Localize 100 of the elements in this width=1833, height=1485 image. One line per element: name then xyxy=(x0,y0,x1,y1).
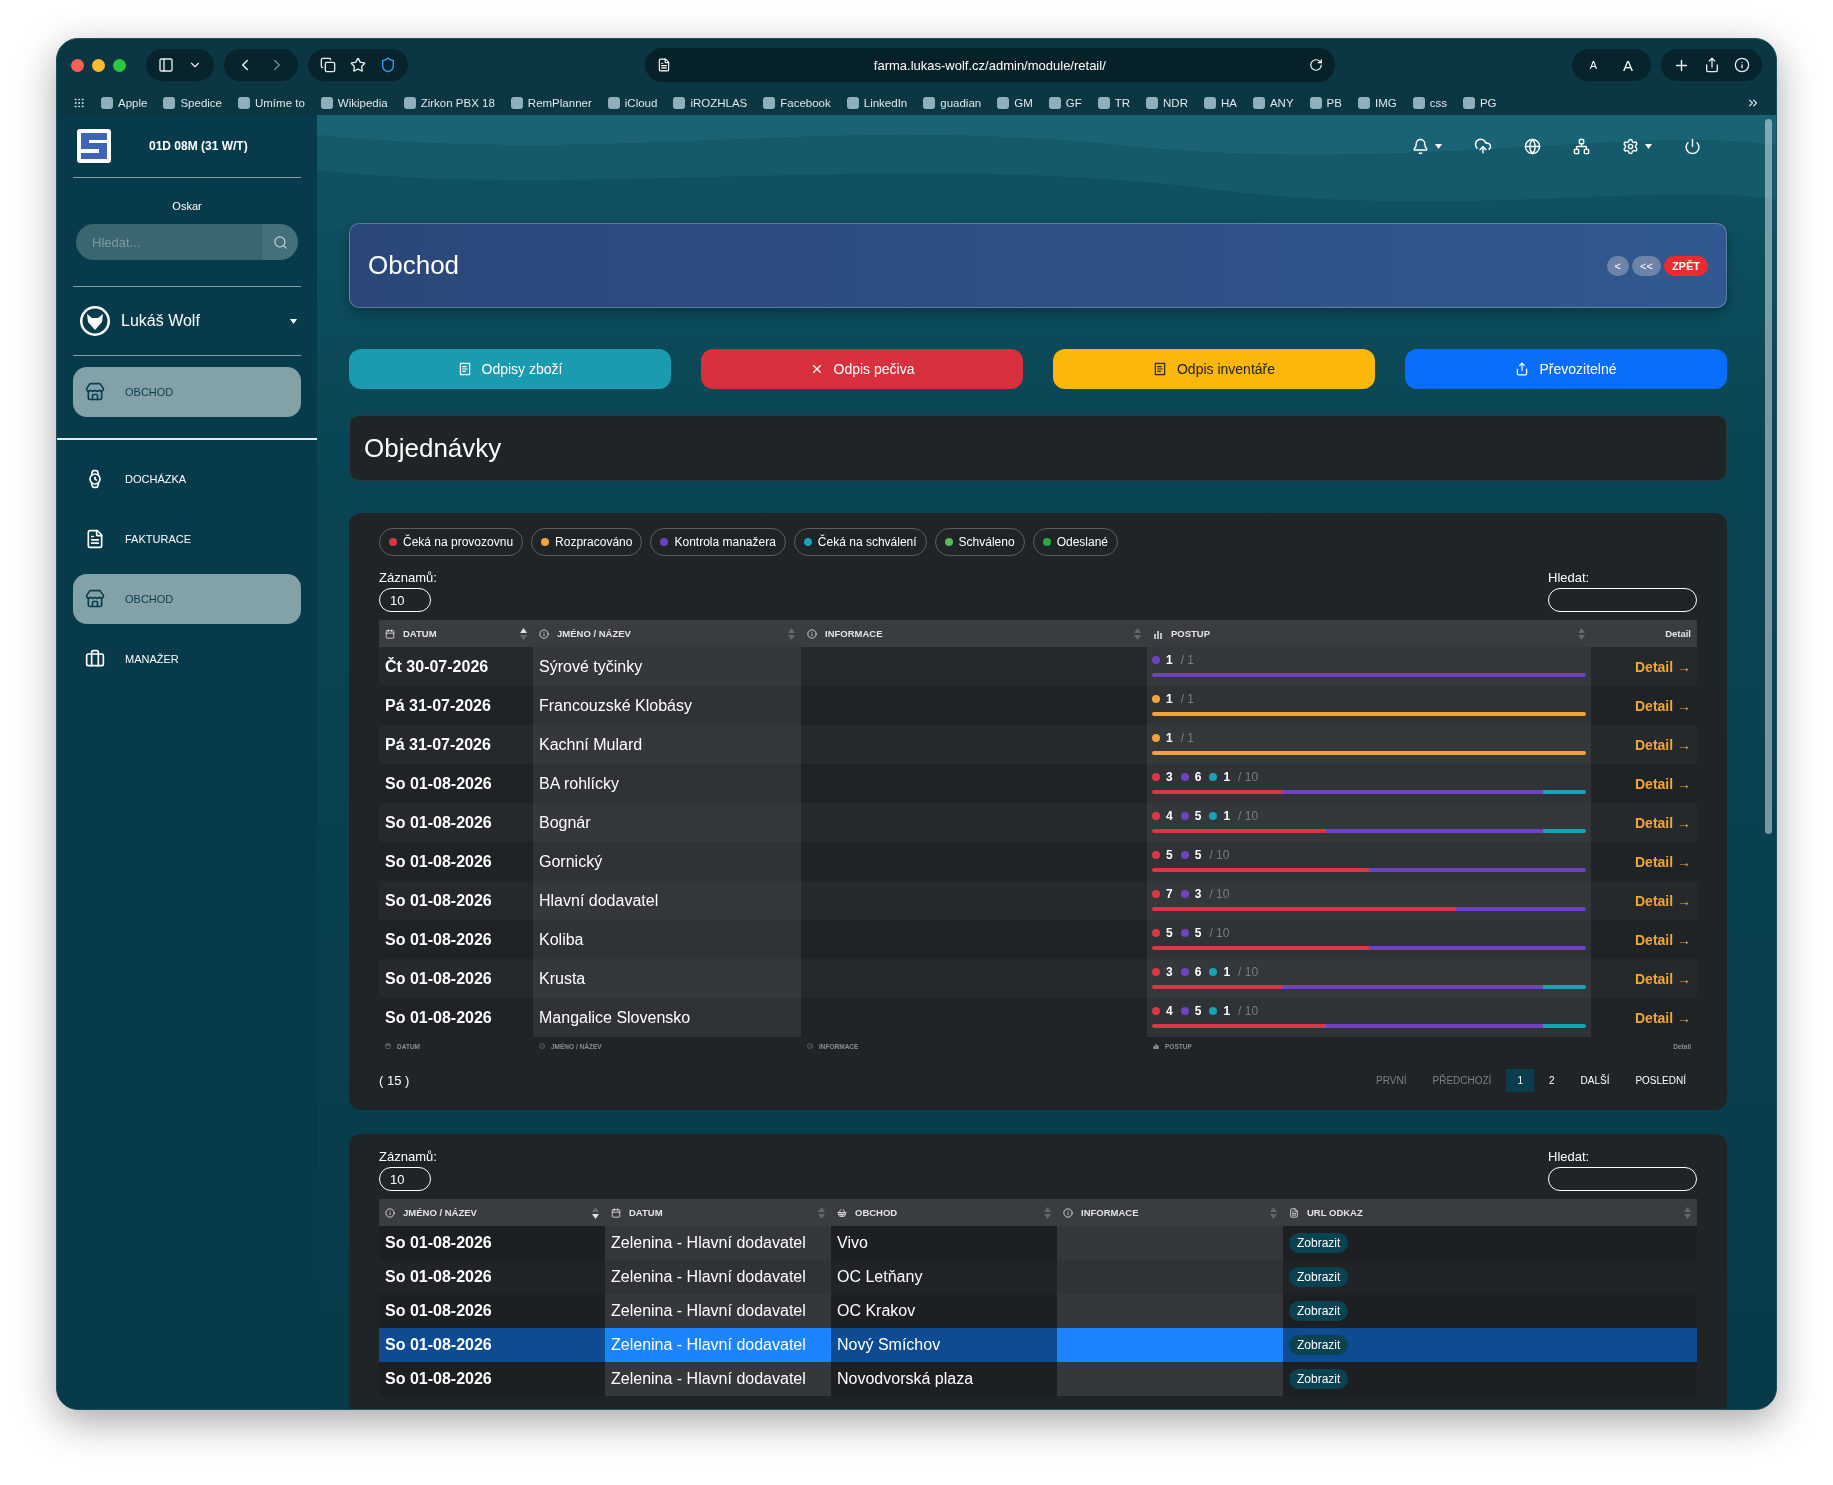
bookmark-link[interactable]: iROZHLAS xyxy=(673,97,748,109)
language-button[interactable] xyxy=(1524,137,1541,155)
column-header[interactable]: Detail xyxy=(1591,620,1697,647)
reload-icon[interactable] xyxy=(1308,58,1323,72)
bookmark-link[interactable]: css xyxy=(1412,97,1447,109)
action-button[interactable]: Převozitelné xyxy=(1405,349,1727,389)
bookmark-link[interactable]: HA xyxy=(1203,97,1237,109)
action-button[interactable]: Odpis inventáře xyxy=(1053,349,1375,389)
nav-item[interactable]: MANAŽER xyxy=(73,634,301,684)
more-icon[interactable] xyxy=(1746,96,1760,110)
settings-button[interactable] xyxy=(1622,137,1652,155)
bookmark-link[interactable]: Spedice xyxy=(163,97,222,109)
count-label: 3 xyxy=(1194,887,1202,901)
user-name[interactable]: Lukáš Wolf xyxy=(121,312,280,330)
column-header[interactable]: DATUM xyxy=(379,620,533,647)
bookmark-link[interactable]: Zirkon PBX 18 xyxy=(403,97,495,109)
search-field[interactable] xyxy=(1548,588,1697,612)
bookmark-link[interactable]: LinkedIn xyxy=(846,97,908,109)
show-button[interactable]: Zobrazit xyxy=(1289,1233,1349,1253)
column-header[interactable]: JMÉNO / NÁZEV xyxy=(379,1199,605,1226)
bookmark-link[interactable]: PB xyxy=(1309,97,1342,109)
column-header[interactable]: OBCHOD xyxy=(831,1199,1057,1226)
sidebar-icon[interactable] xyxy=(158,57,174,73)
star-icon[interactable] xyxy=(350,57,366,73)
count-label: 3 xyxy=(1166,770,1173,784)
bookmark-link[interactable]: RemPlanner xyxy=(510,97,592,109)
sort-icon[interactable] xyxy=(520,627,527,640)
back-button[interactable]: ZPĚT xyxy=(1663,255,1708,276)
page-button[interactable]: DALŠÍ xyxy=(1569,1069,1621,1092)
shield-icon[interactable] xyxy=(380,57,396,73)
bookmark-link[interactable]: Facebook xyxy=(763,97,831,109)
search-field[interactable]: Hledat... xyxy=(76,224,262,260)
search-button[interactable] xyxy=(262,224,298,260)
page-button[interactable]: 1 xyxy=(1506,1069,1534,1092)
bookmark-link[interactable]: ANY xyxy=(1252,97,1294,109)
close-button[interactable] xyxy=(71,58,84,72)
detail-link[interactable]: Detail → xyxy=(1635,1009,1691,1026)
briefcase-icon xyxy=(85,649,105,669)
scrollbar-thumb[interactable] xyxy=(1765,119,1772,834)
text-size-button[interactable]: A xyxy=(1583,59,1603,71)
tabs-icon[interactable] xyxy=(320,57,336,73)
page-button[interactable]: 2 xyxy=(1537,1069,1566,1092)
power-button[interactable] xyxy=(1684,137,1701,155)
page-button[interactable]: POSLEDNÍ xyxy=(1624,1069,1697,1092)
bookmark-link[interactable]: GF xyxy=(1048,97,1082,109)
bookmark-link[interactable]: GM xyxy=(997,97,1033,109)
nav-button[interactable]: << xyxy=(1632,255,1661,276)
show-button[interactable]: Zobrazit xyxy=(1289,1267,1349,1287)
bookmark-link[interactable]: Apple xyxy=(101,97,148,109)
column-header[interactable]: INFORMACE xyxy=(1057,1199,1283,1226)
info-icon xyxy=(385,1207,395,1218)
column-header[interactable]: DATUM xyxy=(605,1199,831,1226)
address-bar[interactable]: farma.lukas-wolf.cz/admin/module/retail/ xyxy=(644,48,1335,82)
nav-button[interactable]: < xyxy=(1606,255,1629,276)
records-field[interactable]: 10 xyxy=(379,1167,431,1191)
nav-item[interactable]: FAKTURACE xyxy=(73,514,301,564)
bookmark-link[interactable]: PG xyxy=(1462,97,1497,109)
nav-item[interactable]: DOCHÁZKA xyxy=(73,454,301,504)
column-header[interactable]: POSTUP xyxy=(1147,620,1591,647)
logo-icon xyxy=(77,129,111,163)
document-icon xyxy=(1289,1207,1299,1218)
column-header[interactable]: URL ODKAZ xyxy=(1283,1199,1697,1226)
nav-item[interactable]: OBCHOD xyxy=(73,367,301,417)
grid-icon[interactable] xyxy=(73,97,85,109)
records-field[interactable]: 10 xyxy=(379,588,431,612)
bookmark-link[interactable]: iCloud xyxy=(607,97,658,109)
show-button[interactable]: Zobrazit xyxy=(1289,1369,1349,1389)
table-cell: Sýrové tyčinky xyxy=(533,647,801,686)
show-button[interactable]: Zobrazit xyxy=(1289,1335,1349,1355)
detail-link[interactable]: Detail → xyxy=(1635,697,1691,714)
search-field[interactable] xyxy=(1548,1167,1697,1191)
sort-icon[interactable] xyxy=(592,1206,599,1219)
info-icon[interactable] xyxy=(1734,57,1750,73)
zoom-button[interactable] xyxy=(113,58,126,72)
bookmark-link[interactable]: guadian xyxy=(923,97,982,109)
detail-link[interactable]: Detail → xyxy=(1635,775,1691,792)
bookmark-link[interactable]: Wikipedia xyxy=(320,97,388,109)
count-label: 1 xyxy=(1223,770,1231,784)
table-cell: Kachní Mulard xyxy=(533,725,801,764)
status-label: Odeslané xyxy=(1056,535,1108,549)
show-button[interactable]: Zobrazit xyxy=(1289,1301,1349,1321)
bookmark-link[interactable]: TR xyxy=(1097,97,1131,109)
bookmark-icon xyxy=(238,97,250,109)
bookmark-link[interactable]: IMG xyxy=(1357,97,1397,109)
text-size-button[interactable]: A xyxy=(1616,56,1639,74)
table-cell: So 01-08-2026 xyxy=(379,1226,605,1260)
status-label: Schváleno xyxy=(958,535,1015,549)
share-icon[interactable] xyxy=(1704,57,1720,73)
bookmark-link[interactable]: NDR xyxy=(1146,97,1188,109)
column-header[interactable]: INFORMACE xyxy=(801,620,1147,647)
detail-link[interactable]: Detail → xyxy=(1635,853,1691,870)
minimize-button[interactable] xyxy=(92,58,105,72)
notifications-button[interactable] xyxy=(1412,137,1442,155)
action-button[interactable]: Odpis pečiva xyxy=(701,349,1023,389)
detail-link[interactable]: Detail → xyxy=(1635,931,1691,948)
network-button[interactable] xyxy=(1573,137,1590,155)
bookmark-link[interactable]: Umíme to xyxy=(238,97,305,109)
nav-item[interactable]: OBCHOD xyxy=(73,574,301,624)
upload-button[interactable] xyxy=(1474,137,1492,155)
column-header[interactable]: JMÉNO / NÁZEV xyxy=(533,620,801,647)
